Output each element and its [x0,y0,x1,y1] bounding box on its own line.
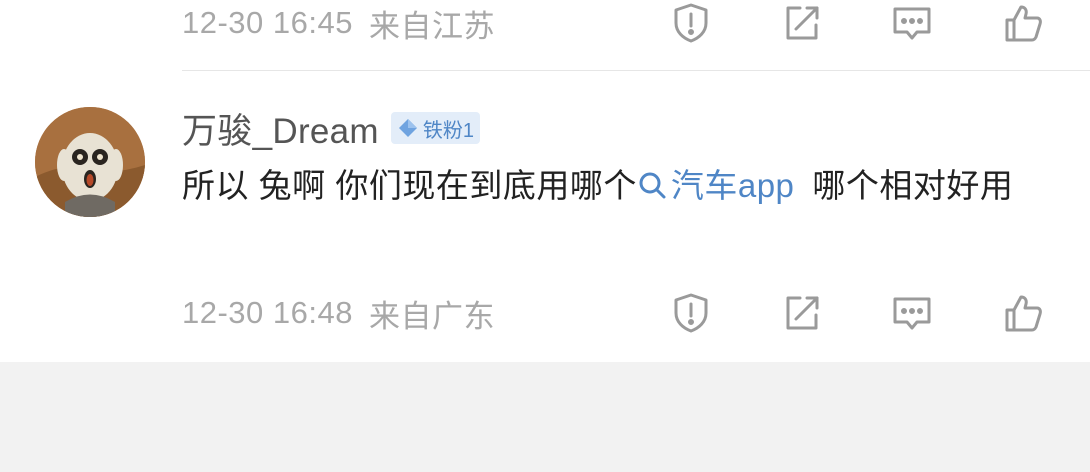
shield-exclamation-icon [674,3,708,43]
like-button[interactable] [998,288,1048,338]
search-link[interactable]: 汽车app [637,167,795,204]
edit-share-icon [786,296,819,330]
share-button[interactable] [777,0,827,48]
comment-1-meta: 12-30 16:45 来自江苏 [182,0,495,48]
comment-time: 12-30 16:45 [182,5,353,40]
comment-2-header: 万骏_Dream 铁粉1 [182,103,481,154]
search-icon [639,172,666,199]
share-button[interactable] [777,288,827,338]
comment-location: 来自江苏 [368,8,495,44]
comment-bubble-icon [893,297,931,330]
report-button[interactable] [666,0,716,48]
edit-share-icon [786,6,819,40]
comment-text: 所以 兔啊 你们现在到底用哪个 汽车app 哪个相对好用 [182,158,1062,214]
report-button[interactable] [666,288,716,338]
shield-exclamation-icon [674,293,708,333]
comment-2-meta: 12-30 16:48 来自广东 [182,288,495,338]
comment-text-after: 哪个相对好用 [812,167,1014,204]
comment-divider [182,70,1090,71]
comment-location: 来自广东 [368,298,495,334]
username[interactable]: 万骏_Dream [182,103,379,154]
comment-bubble-icon [893,7,931,40]
thumbs-up-icon [1005,5,1042,42]
diamond-icon [398,119,417,137]
comment-list: 12-30 16:45 来自江苏 万骏_Dream 铁粉1 所以 兔啊 你们现在… [0,0,1090,362]
badge-label: 铁粉1 [422,119,475,142]
comment-time: 12-30 16:48 [182,295,353,330]
reply-button[interactable] [887,288,937,338]
thumbs-up-icon [1005,295,1042,332]
reply-button[interactable] [887,0,937,48]
page-background [0,362,1090,472]
search-link-label: 汽车app [670,167,795,204]
comment-text-before: 所以 兔啊 你们现在到底用哪个 [182,167,637,204]
avatar[interactable] [35,107,145,217]
like-button[interactable] [998,0,1048,48]
fan-badge[interactable]: 铁粉1 [390,112,481,144]
